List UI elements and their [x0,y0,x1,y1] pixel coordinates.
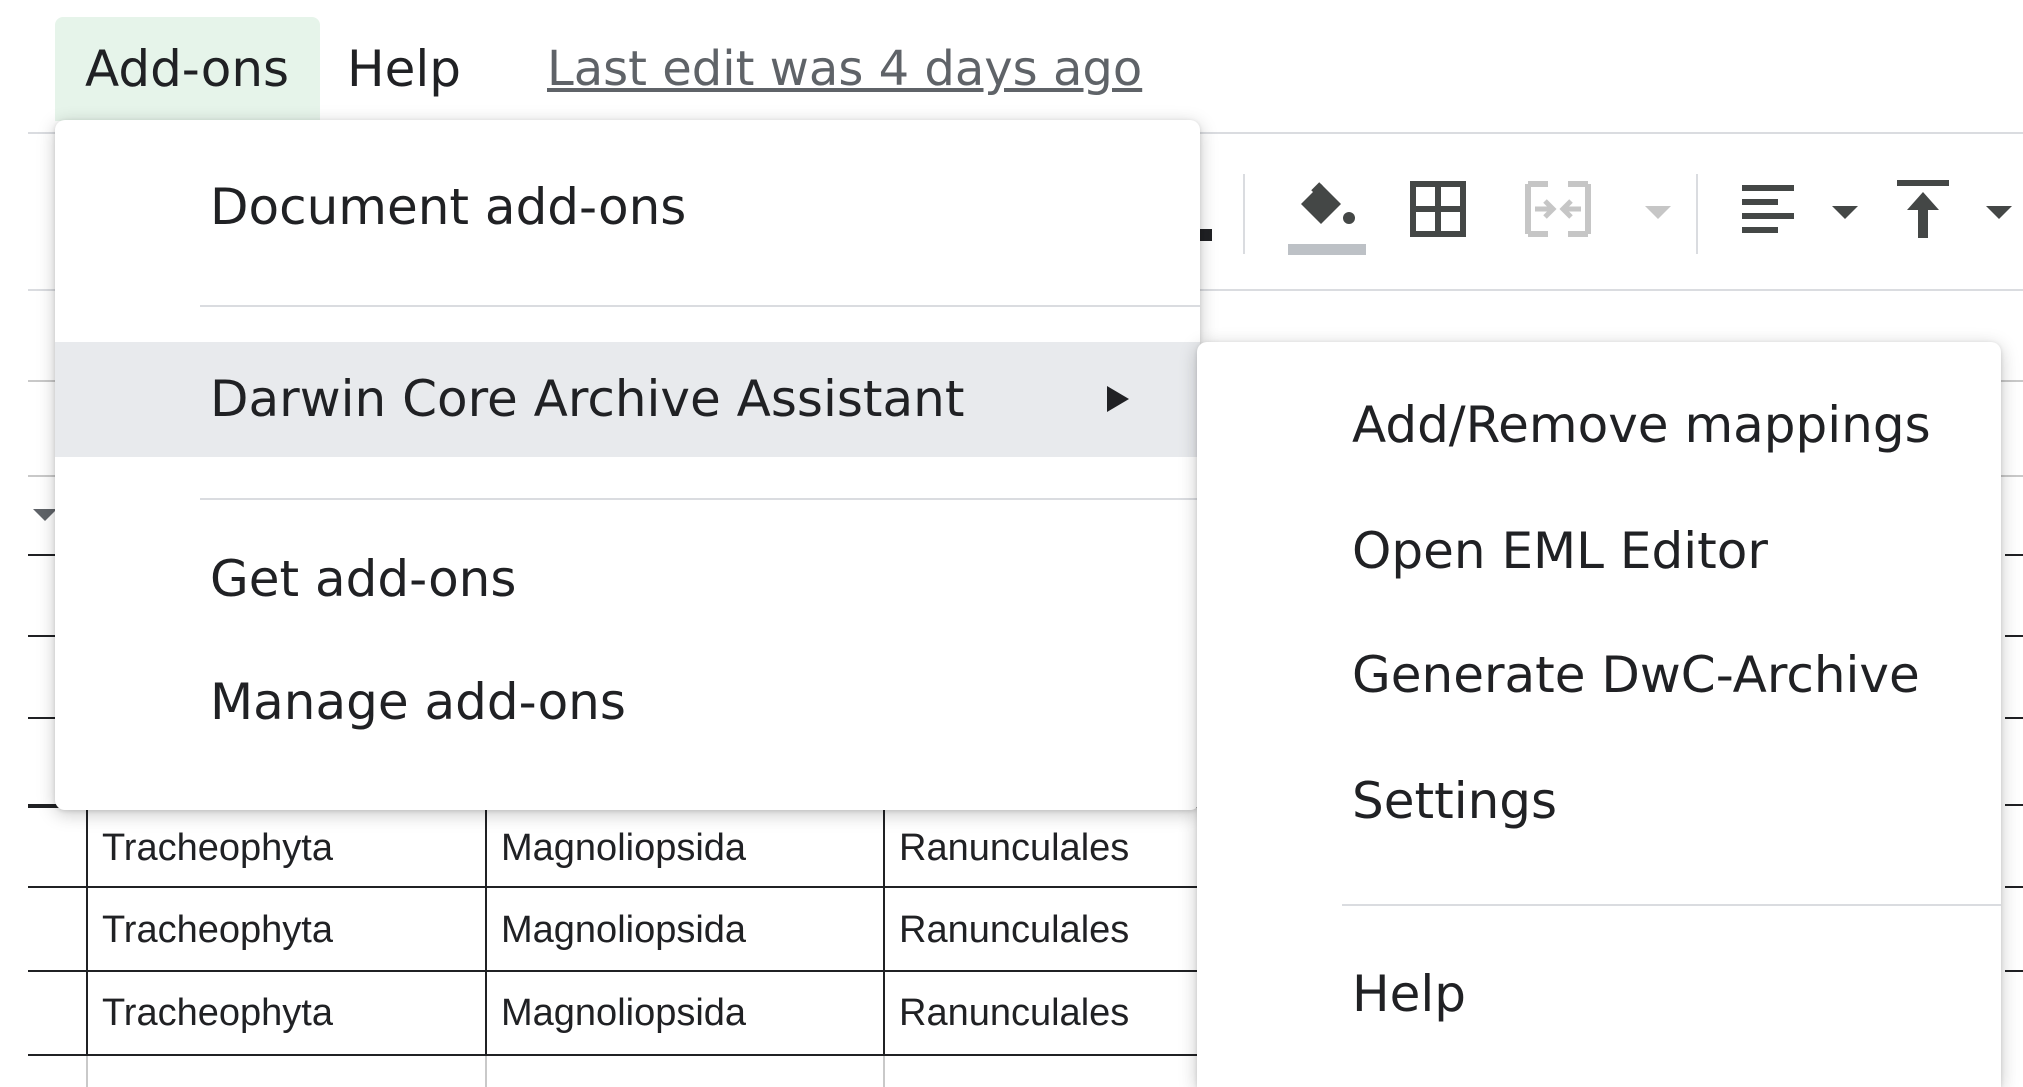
table-cell[interactable]: Magnoliopsida [501,808,746,888]
table-cell[interactable]: Tracheophyta [102,890,333,970]
addons-menu: Document add-ons Darwin Core Archive Ass… [55,120,1200,810]
menu-item-label: Manage add-ons [210,673,626,731]
grid-line [28,554,58,556]
menubar: Add-ons Help Last edit was 4 days ago [0,0,2023,121]
menu-separator [200,305,1200,307]
table-cell[interactable]: Magnoliopsida [501,890,746,970]
grid-line [28,1054,1200,1056]
menu-item-open-eml-editor[interactable]: Open EML Editor [1197,494,2001,609]
merge-dropdown-caret[interactable] [1645,206,1671,219]
vertical-align-top-icon[interactable] [1893,176,1953,242]
menu-help[interactable]: Help [347,17,461,121]
valign-dropdown-caret[interactable] [1986,206,2012,219]
menu-separator [200,498,1200,500]
menu-item-label: Document add-ons [210,178,687,236]
menu-item-manage-addons[interactable]: Manage add-ons [55,645,1200,760]
dwc-submenu: Add/Remove mappings Open EML Editor Gene… [1197,342,2001,1087]
grid-line [28,970,1200,972]
align-left-icon[interactable] [1738,179,1798,239]
menu-item-label: Generate DwC-Archive [1352,646,1920,704]
table-cell[interactable]: Ranunculales [899,890,1129,970]
grid-line [883,1056,885,1087]
grid-line [2005,717,2023,719]
menu-item-settings[interactable]: Settings [1197,744,2001,859]
grid-line [2005,886,2023,888]
menu-item-label: Darwin Core Archive Assistant [210,370,965,428]
toolbar-divider [1243,174,1245,254]
grid-line [2005,970,2023,972]
menu-separator [1342,904,2001,906]
grid-line [2005,804,2023,806]
submenu-arrow-icon [1107,386,1129,412]
menu-addons[interactable]: Add-ons [55,17,321,121]
filter-caret-icon [33,509,57,521]
borders-icon[interactable] [1408,179,1468,239]
grid-line [883,806,885,1056]
toolbar-fragment [1200,229,1212,241]
grid-line [485,1056,487,1087]
toolbar-divider [1696,174,1698,254]
merge-cells-icon[interactable] [1523,179,1593,239]
menu-item-darwin-core-archive-assistant[interactable]: Darwin Core Archive Assistant [55,342,1200,457]
menu-item-document-addons[interactable]: Document add-ons [55,150,1200,265]
menu-item-add-remove-mappings[interactable]: Add/Remove mappings [1197,368,2001,483]
table-cell[interactable]: Tracheophyta [102,808,333,888]
grid-line [2005,554,2023,556]
table-cell[interactable]: Ranunculales [899,973,1129,1053]
table-cell[interactable]: Ranunculales [899,808,1129,888]
menu-item-label: Open EML Editor [1352,522,1768,580]
grid-line [485,806,487,1056]
menu-item-help[interactable]: Help [1197,937,2001,1052]
align-dropdown-caret[interactable] [1832,206,1858,219]
menu-item-label: Add/Remove mappings [1352,396,1931,454]
menu-item-label: Settings [1352,772,1558,830]
grid-line [86,806,88,1056]
grid-line [2005,635,2023,637]
menu-item-label: Get add-ons [210,550,517,608]
grid-line [28,635,58,637]
grid-line [28,717,58,719]
table-cell[interactable]: Tracheophyta [102,973,333,1053]
menu-item-label: Help [1352,965,1466,1023]
grid-line [86,1056,88,1087]
paint-bucket-icon[interactable] [1283,174,1373,259]
menu-item-generate-dwc-archive[interactable]: Generate DwC-Archive [1197,618,2001,733]
menu-item-get-addons[interactable]: Get add-ons [55,522,1200,637]
last-edit-link[interactable]: Last edit was 4 days ago [547,17,1142,121]
table-cell[interactable]: Magnoliopsida [501,973,746,1053]
